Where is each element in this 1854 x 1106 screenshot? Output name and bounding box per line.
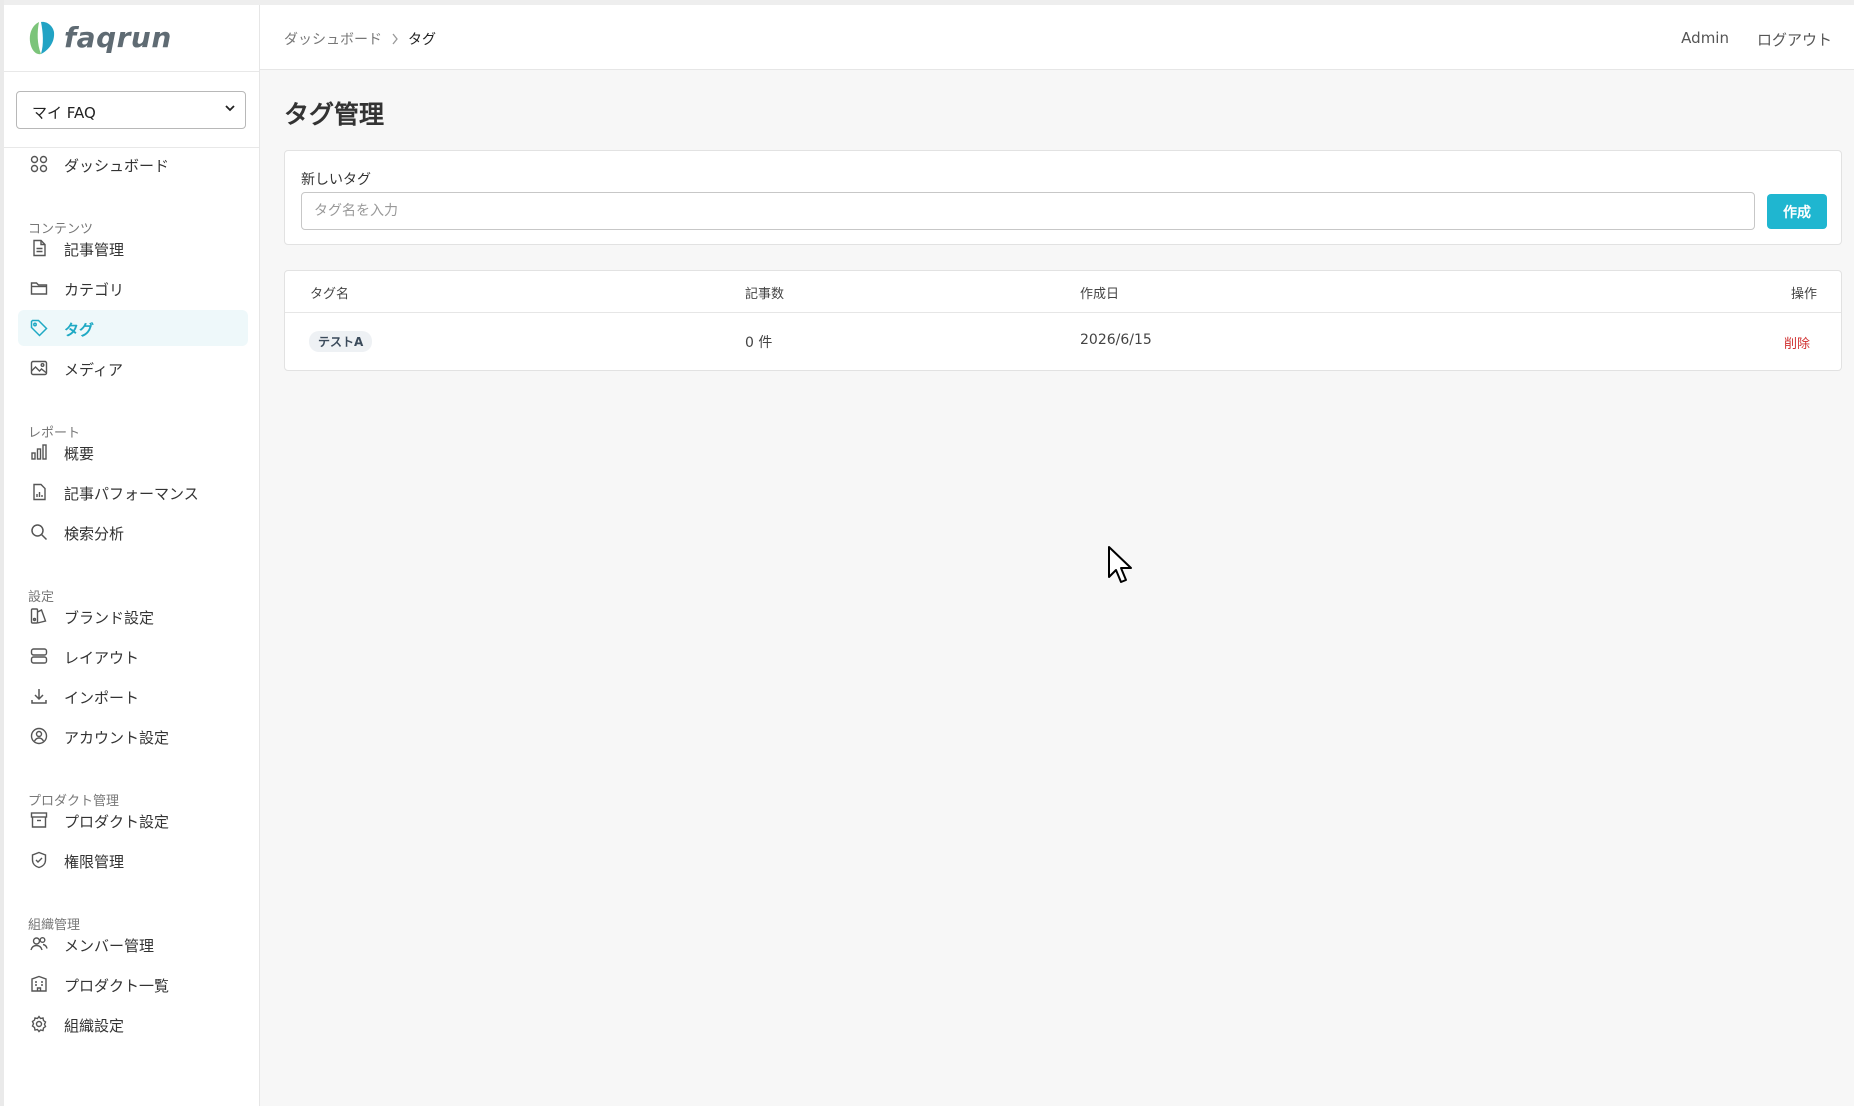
product-selector-area: マイ FAQ bbox=[4, 71, 259, 148]
search-icon bbox=[30, 523, 48, 541]
chevron-right-icon bbox=[392, 33, 398, 45]
sidebar-item-account-settings[interactable]: アカウント設定 bbox=[18, 718, 248, 754]
user-menu[interactable]: Admin bbox=[1681, 29, 1729, 50]
tag-icon bbox=[30, 319, 48, 337]
sidebar-item-product-settings[interactable]: プロダクト設定 bbox=[18, 802, 248, 838]
image-icon bbox=[30, 359, 48, 377]
sidebar-item-articles[interactable]: 記事管理 bbox=[18, 230, 248, 266]
table-row: テストA 0 件 2026/6/15 削除 bbox=[285, 312, 1841, 370]
top-header: ダッシュボード タグ Admin ログアウト bbox=[260, 5, 1854, 70]
archive-icon bbox=[30, 811, 48, 829]
header-created-date: 作成日 bbox=[1080, 287, 1120, 302]
sidebar-item-product-list[interactable]: プロダクト一覧 bbox=[18, 966, 248, 1002]
folder-icon bbox=[30, 279, 48, 297]
sidebar-item-import[interactable]: インポート bbox=[18, 678, 248, 714]
sidebar-item-tags[interactable]: タグ bbox=[18, 310, 248, 346]
sidebar-item-label: 記事管理 bbox=[64, 241, 125, 259]
table-header-row: タグ名 記事数 作成日 操作 bbox=[285, 271, 1841, 313]
header-article-count: 記事数 bbox=[745, 287, 785, 302]
layout-icon bbox=[30, 647, 48, 665]
sidebar-item-label: 概要 bbox=[64, 445, 95, 463]
logo-mark-icon bbox=[29, 21, 55, 55]
sidebar-item-label: タグ bbox=[64, 321, 95, 339]
sidebar-item-label: プロダクト一覧 bbox=[64, 977, 170, 995]
sidebar: faqrun マイ FAQ ダッシュボード コンテンツ 記事管理 カテゴリ タグ… bbox=[4, 5, 260, 1106]
logout-link[interactable]: ログアウト bbox=[1757, 29, 1832, 50]
tag-name-input[interactable] bbox=[301, 192, 1755, 230]
header-actions: Admin ログアウト bbox=[1681, 29, 1832, 50]
sidebar-item-dashboard[interactable]: ダッシュボード bbox=[18, 146, 248, 182]
new-tag-card: 新しいタグ 作成 bbox=[284, 150, 1842, 245]
breadcrumb-current: タグ bbox=[408, 32, 436, 48]
chevron-down-icon bbox=[225, 105, 235, 112]
delete-button[interactable]: 削除 bbox=[1784, 333, 1810, 352]
sidebar-item-label: 組織設定 bbox=[64, 1017, 125, 1035]
product-select-value: マイ FAQ bbox=[32, 104, 96, 122]
sidebar-item-label: レイアウト bbox=[64, 649, 140, 667]
bar-chart-icon bbox=[30, 443, 48, 461]
tag-chip: テストA bbox=[309, 331, 373, 352]
sidebar-item-media[interactable]: メディア bbox=[18, 350, 248, 386]
header-tag-name: タグ名 bbox=[310, 287, 350, 302]
sidebar-item-search-analytics[interactable]: 検索分析 bbox=[18, 514, 248, 550]
sidebar-item-members[interactable]: メンバー管理 bbox=[18, 926, 248, 962]
sidebar-item-label: 検索分析 bbox=[64, 525, 125, 543]
download-icon bbox=[30, 687, 48, 705]
new-tag-label: 新しいタグ bbox=[301, 172, 371, 188]
page-title: タグ管理 bbox=[284, 100, 385, 129]
mouse-cursor-icon bbox=[1108, 546, 1132, 583]
breadcrumb-dashboard-link[interactable]: ダッシュボード bbox=[284, 29, 382, 49]
user-circle-icon bbox=[30, 727, 48, 745]
sidebar-item-label: メンバー管理 bbox=[64, 937, 155, 955]
sidebar-item-label: カテゴリ bbox=[64, 281, 125, 299]
logo-text: faqrun bbox=[64, 21, 172, 54]
sidebar-item-label: ブランド設定 bbox=[64, 609, 155, 627]
users-icon bbox=[30, 935, 48, 953]
sidebar-item-label: 権限管理 bbox=[64, 853, 125, 871]
sidebar-item-label: アカウント設定 bbox=[64, 729, 170, 747]
sidebar-item-label: ダッシュボード bbox=[64, 157, 170, 175]
palette-icon bbox=[30, 607, 48, 625]
sidebar-item-brand-settings[interactable]: ブランド設定 bbox=[18, 598, 248, 634]
tags-table: タグ名 記事数 作成日 操作 テストA 0 件 2026/6/15 削除 bbox=[284, 270, 1842, 371]
gear-icon bbox=[30, 1015, 48, 1033]
sidebar-item-article-performance[interactable]: 記事パフォーマンス bbox=[18, 474, 248, 510]
sidebar-item-label: プロダクト設定 bbox=[64, 813, 170, 831]
logo[interactable]: faqrun bbox=[4, 5, 259, 72]
header-actions: 操作 bbox=[1790, 287, 1817, 302]
grid-icon bbox=[30, 155, 48, 173]
created-date: 2026/6/15 bbox=[1080, 332, 1152, 348]
sidebar-item-label: メディア bbox=[64, 361, 123, 379]
sidebar-item-label: インポート bbox=[64, 689, 140, 707]
document-chart-icon bbox=[30, 483, 48, 501]
sidebar-item-org-settings[interactable]: 組織設定 bbox=[18, 1006, 248, 1042]
sidebar-item-layout[interactable]: レイアウト bbox=[18, 638, 248, 674]
sidebar-item-permissions[interactable]: 権限管理 bbox=[18, 842, 248, 878]
sidebar-item-label: 記事パフォーマンス bbox=[64, 485, 199, 503]
sidebar-item-overview[interactable]: 概要 bbox=[18, 434, 248, 470]
shield-icon bbox=[30, 851, 48, 869]
product-select[interactable]: マイ FAQ bbox=[16, 91, 246, 129]
document-icon bbox=[30, 239, 48, 257]
sidebar-item-categories[interactable]: カテゴリ bbox=[18, 270, 248, 306]
article-count: 0 件 bbox=[745, 335, 773, 351]
building-icon bbox=[30, 975, 48, 993]
create-button[interactable]: 作成 bbox=[1767, 194, 1827, 229]
breadcrumb: ダッシュボード タグ bbox=[284, 29, 436, 49]
